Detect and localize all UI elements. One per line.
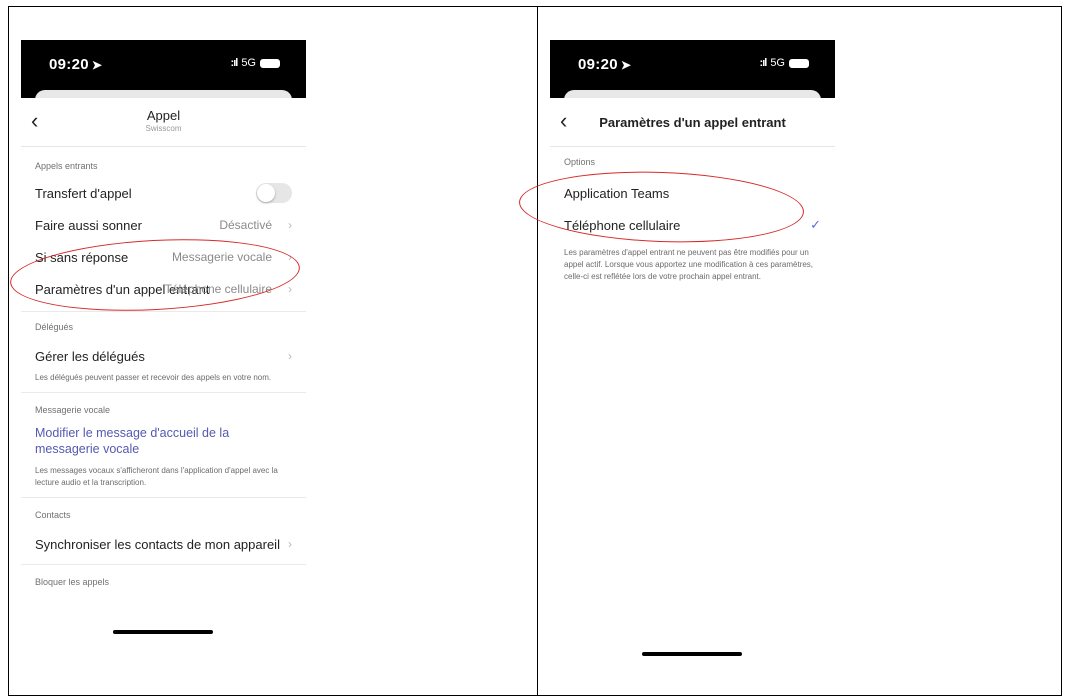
signal-icon: :ıl xyxy=(759,57,768,69)
section-contacts: Contacts xyxy=(35,510,71,520)
ring-also-value: Désactivé xyxy=(219,218,272,232)
section-incoming-calls: Appels entrants xyxy=(35,161,98,171)
network-type: 5G xyxy=(770,57,785,69)
ring-also-row[interactable]: Faire aussi sonner Désactivé › xyxy=(21,209,306,241)
chevron-right-icon: › xyxy=(288,250,292,264)
incoming-settings-note: Les paramètres d'appel entrant ne peuven… xyxy=(564,248,814,281)
sync-contacts-row[interactable]: Synchroniser les contacts de mon apparei… xyxy=(21,528,306,560)
edit-voicemail-greeting-link[interactable]: Modifier le message d'accueil de la mess… xyxy=(21,425,306,457)
sheet-edge xyxy=(21,88,306,102)
section-block-calls: Bloquer les appels xyxy=(35,577,110,587)
battery-icon xyxy=(260,58,280,68)
call-forwarding-toggle[interactable] xyxy=(256,183,292,203)
chevron-right-icon: › xyxy=(288,349,292,363)
settings-sheet: ‹ Paramètres d'un appel entrant Options … xyxy=(550,98,835,670)
sheet-edge xyxy=(550,88,835,102)
incoming-call-settings-row[interactable]: Paramètres d'un appel entrant Téléphone … xyxy=(21,273,306,305)
location-arrow-icon: ➤ xyxy=(91,58,103,72)
chevron-right-icon: › xyxy=(288,537,292,551)
section-voicemail: Messagerie vocale xyxy=(35,405,111,415)
no-answer-value: Messagerie vocale xyxy=(171,250,272,264)
status-time: 09:20 xyxy=(578,56,618,73)
location-arrow-icon: ➤ xyxy=(620,58,632,72)
chevron-right-icon: › xyxy=(288,218,292,232)
chevron-right-icon: › xyxy=(288,282,292,296)
checkmark-icon: ✓ xyxy=(810,217,821,232)
ring-also-label: Faire aussi sonner xyxy=(35,217,142,233)
signal-icon: :ıl xyxy=(230,57,239,69)
nav-bar: ‹ Appel Swisscom xyxy=(21,98,306,147)
delegates-note: Les délégués peuvent passer et recevoir … xyxy=(35,373,272,382)
option-teams-label: Application Teams xyxy=(564,185,670,201)
nav-bar: ‹ Paramètres d'un appel entrant xyxy=(550,98,835,147)
home-indicator xyxy=(113,630,213,634)
option-mobile-label: Téléphone cellulaire xyxy=(564,217,681,233)
sync-contacts-label: Synchroniser les contacts de mon apparei… xyxy=(35,536,280,552)
page-title: Appel xyxy=(146,108,181,123)
battery-icon xyxy=(789,58,809,68)
page-title: Paramètres d'un appel entrant xyxy=(599,115,786,130)
status-bar: 09:20 ➤ :ıl 5G xyxy=(21,40,306,88)
status-time: 09:20 xyxy=(49,56,89,73)
no-answer-row[interactable]: Si sans réponse Messagerie vocale › xyxy=(21,241,306,273)
manage-delegates-label: Gérer les délégués xyxy=(35,348,145,364)
manage-delegates-row[interactable]: Gérer les délégués › xyxy=(21,340,306,372)
right-phone: 09:20 ➤ :ıl 5G ‹ Paramètres d'un appel en… xyxy=(550,40,835,670)
call-forwarding-label: Transfert d'appel xyxy=(35,185,132,201)
option-teams-app[interactable]: Application Teams xyxy=(550,177,835,209)
option-mobile-phone[interactable]: Téléphone cellulaire ✓ xyxy=(550,209,835,241)
incoming-call-settings-value: Téléphone cellulaire xyxy=(164,282,272,296)
section-options: Options xyxy=(564,157,596,167)
page-subtitle: Swisscom xyxy=(145,124,182,133)
network-type: 5G xyxy=(241,57,256,69)
home-indicator xyxy=(642,652,742,656)
left-phone: 09:20 ➤ :ıl 5G ‹ Appel Swisscom Appels en… xyxy=(21,40,306,650)
status-bar: 09:20 ➤ :ıl 5G xyxy=(550,40,835,88)
voicemail-note: Les messages vocaux s'afficheront dans l… xyxy=(35,466,278,487)
call-forwarding-row[interactable]: Transfert d'appel xyxy=(21,177,306,209)
section-delegates: Délégués xyxy=(35,322,74,332)
no-answer-label: Si sans réponse xyxy=(35,249,129,265)
settings-sheet: ‹ Appel Swisscom Appels entrants Transfe… xyxy=(21,98,306,650)
